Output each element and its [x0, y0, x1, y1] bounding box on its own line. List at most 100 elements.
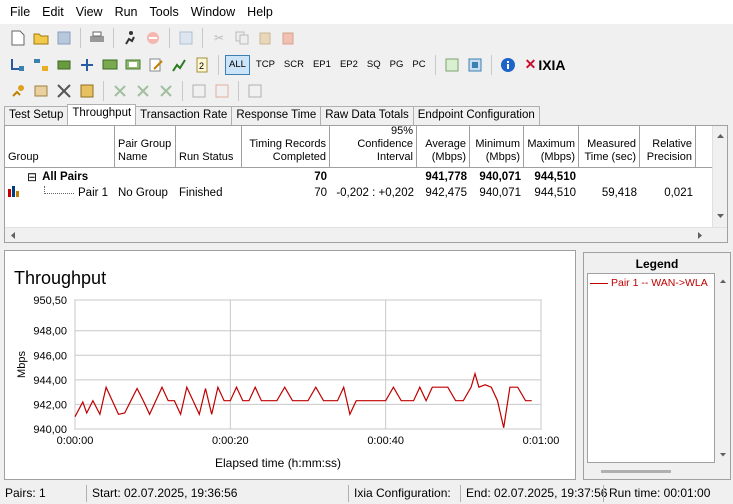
- tree-connector-icon: [44, 186, 74, 194]
- toolbar-separator: [80, 27, 81, 48]
- toolbar-separator: [169, 27, 170, 48]
- refresh-icon[interactable]: [156, 81, 176, 101]
- compare-all-icon[interactable]: [212, 81, 232, 101]
- col-run-status[interactable]: Run Status: [176, 126, 242, 167]
- col-confidence-interval[interactable]: 95% Confidence Interval: [330, 125, 417, 167]
- legend-scrollbar[interactable]: [587, 465, 715, 479]
- grid-vertical-scrollbar[interactable]: [712, 126, 727, 227]
- menu-window[interactable]: Window: [185, 5, 241, 19]
- grid-header: Group Pair Group Name Run Status Timing …: [5, 125, 713, 168]
- menu-edit[interactable]: Edit: [36, 5, 70, 19]
- connect-icon[interactable]: [77, 55, 97, 75]
- x-axis-label: Elapsed time (h:mm:ss): [215, 456, 341, 470]
- menu-view[interactable]: View: [70, 5, 109, 19]
- add-multicast-icon[interactable]: [31, 55, 51, 75]
- run-icon[interactable]: [120, 28, 140, 48]
- toolbar-main: ✂: [0, 24, 733, 51]
- window-icon[interactable]: [176, 28, 196, 48]
- legend-vscroll[interactable]: [716, 273, 730, 463]
- collapse-icon[interactable]: [133, 81, 153, 101]
- legend-scroll-up-icon: [720, 279, 726, 283]
- compare-icon[interactable]: [189, 81, 209, 101]
- network-icon[interactable]: [54, 81, 74, 101]
- export-icon[interactable]: [465, 55, 485, 75]
- print-icon[interactable]: [87, 28, 107, 48]
- paste-icon[interactable]: [255, 28, 275, 48]
- menu-file[interactable]: File: [4, 5, 36, 19]
- script-edit-icon[interactable]: [146, 55, 166, 75]
- protocol-filter-all[interactable]: ALL: [225, 54, 250, 75]
- plot-area: [74, 299, 542, 430]
- new-file-icon[interactable]: [8, 28, 28, 48]
- numbered-list-icon[interactable]: 2: [192, 55, 212, 75]
- pair-1-group-name: No Group: [118, 187, 168, 199]
- col-group[interactable]: Group: [5, 126, 115, 167]
- delete-icon[interactable]: [278, 28, 298, 48]
- legend-scroll-thumb[interactable]: [601, 470, 671, 473]
- layout-icon[interactable]: [245, 81, 265, 101]
- toolbar-separator: [238, 80, 239, 101]
- col-maximum[interactable]: Maximum (Mbps): [524, 126, 579, 167]
- ixia-logo: ✕ IXIA: [525, 56, 566, 73]
- col-timing-records[interactable]: Timing Records Completed: [242, 126, 330, 167]
- bar-chart-icon: [8, 186, 20, 200]
- pair-rename-icon[interactable]: [31, 81, 51, 101]
- graph-icon[interactable]: [169, 55, 189, 75]
- tab-response-time[interactable]: Response Time: [231, 106, 322, 125]
- options-icon[interactable]: [77, 81, 97, 101]
- info-icon[interactable]: [498, 55, 518, 75]
- table-row-all-pairs[interactable]: ⊟ All Pairs 70 941,778 940,071 944,510: [5, 169, 713, 185]
- results-grid: Group Pair Group Name Run Status Timing …: [4, 125, 728, 243]
- report-icon[interactable]: [442, 55, 462, 75]
- toolbar-separator: [113, 27, 114, 48]
- col-pair-group-name[interactable]: Pair Group Name: [115, 126, 176, 167]
- status-pairs: Pairs: 1: [5, 486, 46, 500]
- x-tick-label: 0:00:00: [57, 435, 94, 447]
- tab-throughput[interactable]: Throughput: [67, 104, 137, 125]
- protocol-filter-scr[interactable]: SCR: [281, 55, 307, 75]
- pair-1-label: Pair 1: [78, 187, 109, 199]
- scroll-left-icon: [11, 232, 15, 239]
- menu-tools[interactable]: Tools: [144, 5, 185, 19]
- pair-1-measured-time: 59,418: [601, 187, 637, 199]
- group-icon[interactable]: [123, 55, 143, 75]
- stop-icon[interactable]: [143, 28, 163, 48]
- open-folder-icon[interactable]: [31, 28, 51, 48]
- protocol-filter-ep2[interactable]: EP2: [337, 55, 361, 75]
- protocol-filter-tcp[interactable]: TCP: [253, 55, 278, 75]
- menu-run[interactable]: Run: [109, 5, 144, 19]
- col-minimum[interactable]: Minimum (Mbps): [470, 126, 524, 167]
- all-pairs-maximum: 944,510: [534, 171, 576, 183]
- expand-icon[interactable]: [110, 81, 130, 101]
- tab-endpoint-configuration[interactable]: Endpoint Configuration: [412, 106, 540, 125]
- cut-icon[interactable]: ✂: [209, 28, 229, 48]
- menu-help[interactable]: Help: [241, 5, 279, 19]
- tab-test-setup[interactable]: Test Setup: [4, 106, 69, 125]
- protocol-filter-ep1[interactable]: EP1: [310, 55, 334, 75]
- swap-endpoints-icon[interactable]: [8, 81, 28, 101]
- x-tick-label: 0:00:40: [367, 435, 404, 447]
- all-pairs-minimum: 940,071: [479, 171, 521, 183]
- tab-raw-data-totals[interactable]: Raw Data Totals: [320, 106, 414, 125]
- protocol-filter-sq[interactable]: SQ: [364, 55, 384, 75]
- protocol-filter-pg[interactable]: PG: [387, 55, 407, 75]
- legend-item-pair-1[interactable]: Pair 1 -- WAN->WLA: [588, 274, 714, 292]
- col-relative-precision[interactable]: Relative Precision: [640, 126, 696, 167]
- protocol-filter-pc[interactable]: PC: [409, 55, 428, 75]
- copy-icon[interactable]: [232, 28, 252, 48]
- grid-horizontal-scrollbar[interactable]: [5, 227, 727, 242]
- status-run-time: Run time: 00:01:00: [603, 485, 731, 502]
- results-tabs: Test Setup Throughput Transaction Rate R…: [4, 104, 540, 125]
- svg-text:2: 2: [199, 61, 204, 71]
- pair-1-relative-precision: 0,021: [664, 187, 693, 199]
- all-pairs-timing-records: 70: [314, 171, 327, 183]
- tab-transaction-rate[interactable]: Transaction Rate: [135, 106, 233, 125]
- multicast-group-icon[interactable]: [100, 55, 120, 75]
- col-measured-time[interactable]: Measured Time (sec): [579, 126, 640, 167]
- col-average[interactable]: Average (Mbps): [417, 126, 470, 167]
- save-icon[interactable]: [54, 28, 74, 48]
- edit-pair-icon[interactable]: [54, 55, 74, 75]
- collapse-tree-icon[interactable]: ⊟: [27, 170, 37, 184]
- table-row-pair-1[interactable]: Pair 1 No Group Finished 70 -0,202 : +0,…: [5, 185, 713, 201]
- add-pair-icon[interactable]: [8, 55, 28, 75]
